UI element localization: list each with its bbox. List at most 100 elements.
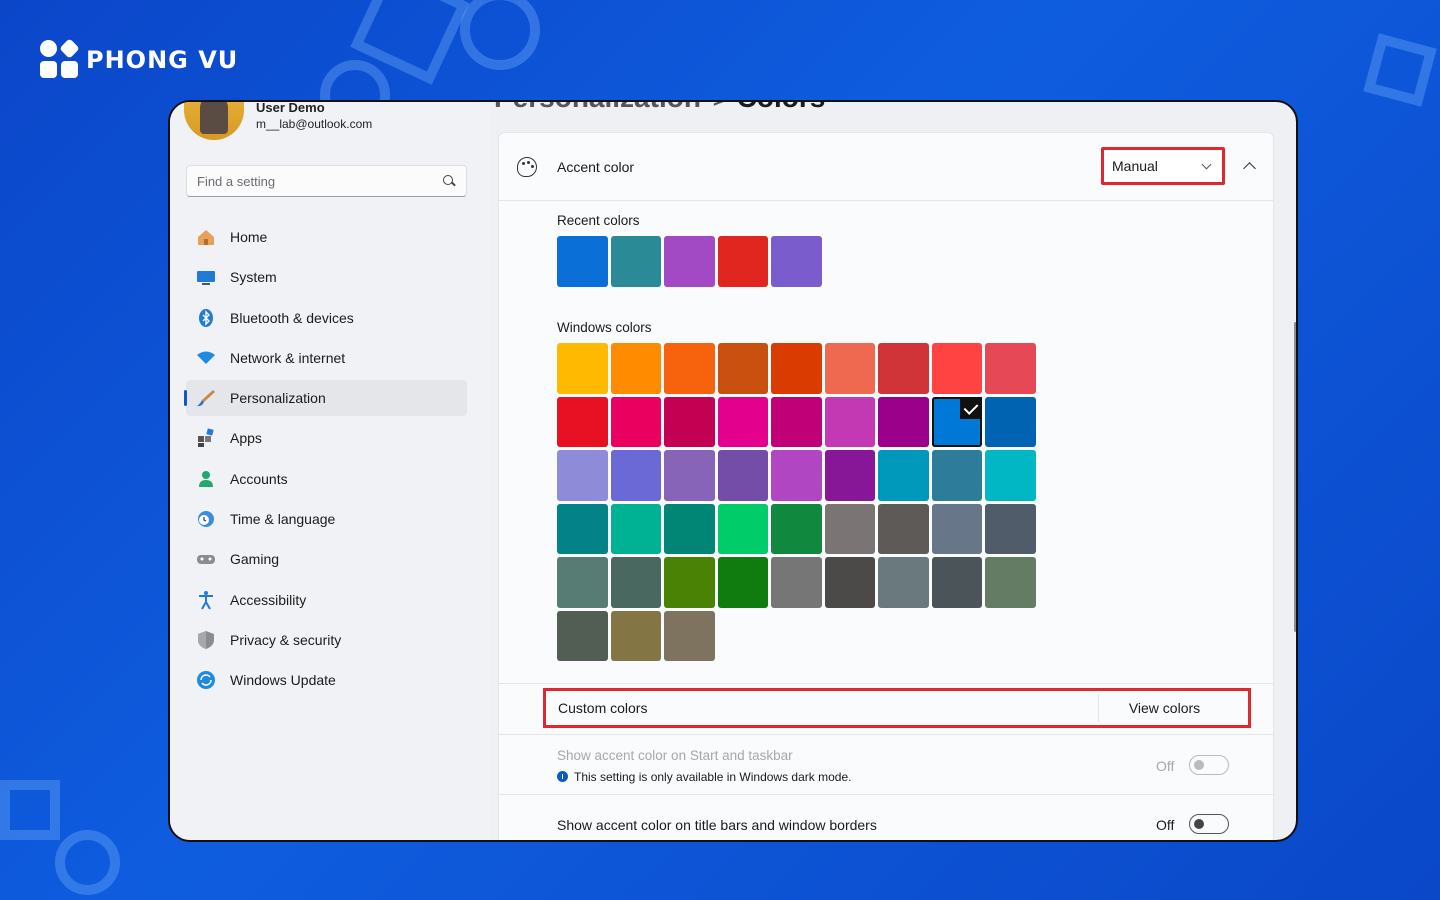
sidebar-item-apps[interactable]: Apps xyxy=(186,420,467,456)
windows-color-swatch[interactable] xyxy=(717,450,768,501)
sidebar-item-gaming[interactable]: Gaming xyxy=(186,541,467,577)
windows-color-swatch[interactable] xyxy=(557,503,608,554)
windows-color-swatch[interactable] xyxy=(557,557,608,608)
sidebar-item-label: Privacy & security xyxy=(230,631,342,648)
recent-color-swatch[interactable] xyxy=(610,236,661,287)
recent-color-swatch[interactable] xyxy=(717,236,768,287)
wifi-icon xyxy=(196,348,216,368)
sidebar-item-network[interactable]: Network & internet xyxy=(186,340,467,376)
windows-color-swatch[interactable] xyxy=(771,343,822,394)
windows-color-swatch[interactable] xyxy=(664,503,715,554)
windows-color-swatch[interactable] xyxy=(664,343,715,394)
accent-color-card: Accent color Manual Recent colors Window… xyxy=(498,132,1274,840)
windows-color-swatch[interactable] xyxy=(931,450,982,501)
sidebar-item-label: Network & internet xyxy=(230,349,346,366)
windows-color-swatch[interactable] xyxy=(717,503,768,554)
sidebar-item-personalization[interactable]: Personalization xyxy=(184,380,467,417)
windows-color-swatch[interactable] xyxy=(985,503,1036,554)
windows-color-swatch[interactable] xyxy=(931,557,982,608)
brand-logo: PHONG VU xyxy=(40,38,239,80)
windows-color-swatch[interactable] xyxy=(878,557,929,608)
windows-color-swatch[interactable] xyxy=(824,450,875,501)
recent-colors-label: Recent colors xyxy=(557,213,640,228)
windows-color-swatch[interactable] xyxy=(717,557,768,608)
view-colors-button[interactable]: View colors xyxy=(1098,694,1230,722)
windows-color-swatch[interactable] xyxy=(557,396,608,447)
user-profile[interactable]: User Demo m__lab@outlook.com xyxy=(184,100,372,140)
windows-color-swatch[interactable] xyxy=(717,343,768,394)
sidebar-item-windows-update[interactable]: Windows Update xyxy=(186,662,467,698)
recent-colors-row xyxy=(557,236,822,287)
title-bars-state: Off xyxy=(1156,817,1175,833)
windows-color-swatch[interactable] xyxy=(824,396,875,447)
windows-color-swatch[interactable] xyxy=(878,396,929,447)
home-icon xyxy=(196,227,216,247)
windows-color-swatch[interactable] xyxy=(664,450,715,501)
windows-color-swatch[interactable] xyxy=(610,450,661,501)
windows-color-swatch[interactable] xyxy=(717,396,768,447)
windows-color-swatch[interactable] xyxy=(771,396,822,447)
sidebar-item-label: Apps xyxy=(230,430,262,447)
update-icon xyxy=(196,670,216,690)
accent-color-title: Accent color xyxy=(557,158,635,175)
sidebar-item-label: System xyxy=(230,269,277,286)
paintbrush-icon xyxy=(196,388,216,408)
windows-color-swatch[interactable] xyxy=(771,557,822,608)
windows-color-swatch[interactable] xyxy=(610,396,661,447)
sidebar-item-home[interactable]: Home xyxy=(186,219,467,255)
windows-color-swatch[interactable] xyxy=(878,450,929,501)
recent-color-swatch[interactable] xyxy=(771,236,822,287)
windows-color-swatch[interactable] xyxy=(557,450,608,501)
custom-colors-box[interactable]: Custom colors View colors xyxy=(543,688,1251,728)
start-taskbar-state: Off xyxy=(1156,758,1175,774)
sidebar-item-time-language[interactable]: Time & language xyxy=(186,501,467,537)
breadcrumb: Personalization > Colors xyxy=(494,102,825,114)
windows-color-swatch[interactable] xyxy=(878,343,929,394)
windows-color-swatch[interactable] xyxy=(557,610,608,661)
search-icon[interactable] xyxy=(442,174,456,188)
windows-color-swatch[interactable] xyxy=(610,557,661,608)
windows-color-swatch[interactable] xyxy=(824,557,875,608)
background-circle-decoration xyxy=(55,830,120,895)
background-circle-decoration xyxy=(460,0,540,70)
title-bars-label: Show accent color on title bars and wind… xyxy=(557,817,877,833)
windows-color-swatch[interactable] xyxy=(664,610,715,661)
sidebar-item-accessibility[interactable]: Accessibility xyxy=(186,582,467,618)
sidebar-item-label: Windows Update xyxy=(230,672,336,689)
sidebar-item-privacy[interactable]: Privacy & security xyxy=(186,622,467,658)
breadcrumb-parent[interactable]: Personalization xyxy=(494,102,701,113)
windows-color-swatch[interactable] xyxy=(985,343,1036,394)
person-icon xyxy=(196,469,216,489)
windows-color-swatch[interactable] xyxy=(931,343,982,394)
accent-mode-dropdown[interactable]: Manual xyxy=(1101,147,1225,185)
recent-color-swatch[interactable] xyxy=(664,236,715,287)
windows-color-swatch[interactable] xyxy=(824,343,875,394)
title-bars-toggle[interactable] xyxy=(1189,814,1229,834)
windows-color-swatch[interactable] xyxy=(985,557,1036,608)
windows-color-swatch[interactable] xyxy=(771,450,822,501)
selected-color-swatch[interactable] xyxy=(931,396,982,447)
brand-name: PHONG VU xyxy=(86,46,239,74)
windows-color-swatch[interactable] xyxy=(985,450,1036,501)
sidebar-item-accounts[interactable]: Accounts xyxy=(186,461,467,497)
sidebar-item-label: Gaming xyxy=(230,551,280,568)
chevron-up-icon[interactable] xyxy=(1243,162,1256,175)
windows-color-swatch[interactable] xyxy=(557,343,608,394)
sidebar-item-system[interactable]: System xyxy=(186,259,467,295)
windows-color-swatch[interactable] xyxy=(610,610,661,661)
accent-color-header[interactable]: Accent color Manual xyxy=(499,133,1273,201)
scrollbar[interactable] xyxy=(1294,322,1296,632)
search-input[interactable]: Find a setting xyxy=(186,165,467,197)
recent-color-swatch[interactable] xyxy=(557,236,608,287)
windows-color-swatch[interactable] xyxy=(610,503,661,554)
windows-color-swatch[interactable] xyxy=(824,503,875,554)
user-name: User Demo xyxy=(256,100,325,115)
windows-color-swatch[interactable] xyxy=(985,396,1036,447)
windows-color-swatch[interactable] xyxy=(878,503,929,554)
windows-color-swatch[interactable] xyxy=(664,396,715,447)
windows-color-swatch[interactable] xyxy=(931,503,982,554)
windows-color-swatch[interactable] xyxy=(664,557,715,608)
sidebar-item-bluetooth[interactable]: Bluetooth & devices xyxy=(186,300,467,336)
windows-color-swatch[interactable] xyxy=(610,343,661,394)
windows-color-swatch[interactable] xyxy=(771,503,822,554)
